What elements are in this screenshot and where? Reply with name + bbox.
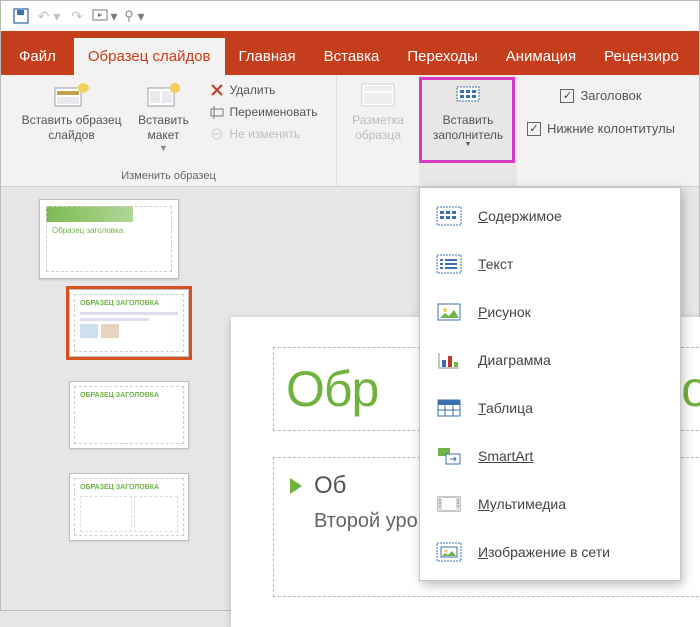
- tab-file[interactable]: Файл: [1, 38, 74, 75]
- preserve-button: Не изменять: [204, 123, 305, 145]
- tab-review[interactable]: Рецензиро: [590, 38, 693, 75]
- dropdown-item-online-image[interactable]: Изображение в сети: [420, 528, 680, 576]
- tab-animation[interactable]: Анимация: [492, 38, 590, 75]
- chevron-down-icon: ▼: [465, 141, 472, 150]
- chevron-down-icon: ▼: [159, 143, 168, 154]
- placeholder-icon: [450, 81, 486, 109]
- preserve-icon: [208, 126, 226, 142]
- tab-home[interactable]: Главная: [225, 38, 310, 75]
- checkbox-icon: ✓: [560, 89, 574, 103]
- delete-button[interactable]: Удалить: [204, 79, 280, 101]
- insert-slide-master-label: Вставить образец слайдов: [22, 113, 122, 143]
- layout-thumbnail[interactable]: ОБРАЗЕЦ ЗАГОЛОВКА: [69, 381, 189, 449]
- ribbon-tabs: Файл Образец слайдов Главная Вставка Пер…: [1, 31, 699, 75]
- slideshow-icon[interactable]: ▾: [91, 4, 119, 28]
- insert-slide-master-button[interactable]: Вставить образец слайдов: [16, 79, 128, 145]
- tab-insert[interactable]: Вставка: [310, 38, 394, 75]
- dropdown-item-text[interactable]: Текст: [420, 240, 680, 288]
- dropdown-item-chart[interactable]: Диаграмма: [420, 336, 680, 384]
- dropdown-item-smartart[interactable]: SmartArt: [420, 432, 680, 480]
- tab-transitions[interactable]: Переходы: [393, 38, 491, 75]
- layout-thumbnail[interactable]: ОБРАЗЕЦ ЗАГОЛОВКА: [69, 289, 189, 357]
- checkbox-title[interactable]: ✓ Заголовок: [556, 85, 645, 106]
- insert-layout-button[interactable]: Вставить макет ▼: [128, 79, 200, 156]
- dropdown-item-table[interactable]: Таблица: [420, 384, 680, 432]
- slide-master-thumbnail[interactable]: Образец заголовка: [39, 199, 179, 279]
- dropdown-item-content[interactable]: Содержимое: [420, 192, 680, 240]
- rename-button[interactable]: Переименовать: [204, 101, 322, 123]
- tab-slide-master[interactable]: Образец слайдов: [74, 38, 225, 75]
- undo-icon[interactable]: ↶ ▾: [35, 4, 63, 28]
- master-layout-icon: [360, 81, 396, 109]
- redo-icon[interactable]: ↷: [63, 4, 91, 28]
- bullet-icon: [290, 478, 302, 494]
- smartart-icon: [434, 442, 464, 470]
- online-image-icon: [434, 538, 464, 566]
- text-icon: [434, 250, 464, 278]
- chart-icon: [434, 346, 464, 374]
- save-icon[interactable]: [7, 4, 35, 28]
- dropdown-item-media[interactable]: Мультимедиа: [420, 480, 680, 528]
- master-layout-button: Разметка образца: [343, 79, 413, 145]
- content-icon: [434, 202, 464, 230]
- layout-icon: [146, 81, 182, 109]
- touch-mode-icon[interactable]: ▾: [119, 4, 147, 28]
- picture-icon: [434, 298, 464, 326]
- thumbnails-panel: Образец заголовка ОБРАЗЕЦ ЗАГОЛОВКА ОБРА…: [1, 187, 221, 610]
- checkbox-footers[interactable]: ✓ Нижние колонтитулы: [523, 118, 679, 139]
- delete-icon: [208, 82, 226, 98]
- insert-placeholder-dropdown: Содержимое Текст Рисунок Диаграмма Табли…: [419, 187, 681, 581]
- insert-layout-label: Вставить макет: [134, 113, 194, 143]
- ribbon: Вставить образец слайдов Вставить макет …: [1, 75, 699, 187]
- quick-access-toolbar: ↶ ▾ ↷ ▾ ▾: [1, 1, 699, 31]
- rename-icon: [208, 104, 226, 120]
- slide-master-icon: [54, 81, 90, 109]
- layout-thumbnail[interactable]: ОБРАЗЕЦ ЗАГОЛОВКА: [69, 473, 189, 541]
- insert-placeholder-button[interactable]: Вставить заполнитель ▼: [425, 79, 511, 154]
- media-icon: [434, 490, 464, 518]
- table-icon: [434, 394, 464, 422]
- dropdown-item-picture[interactable]: Рисунок: [420, 288, 680, 336]
- group-edit-master-label: Изменить образец: [121, 170, 216, 184]
- checkbox-icon: ✓: [527, 122, 541, 136]
